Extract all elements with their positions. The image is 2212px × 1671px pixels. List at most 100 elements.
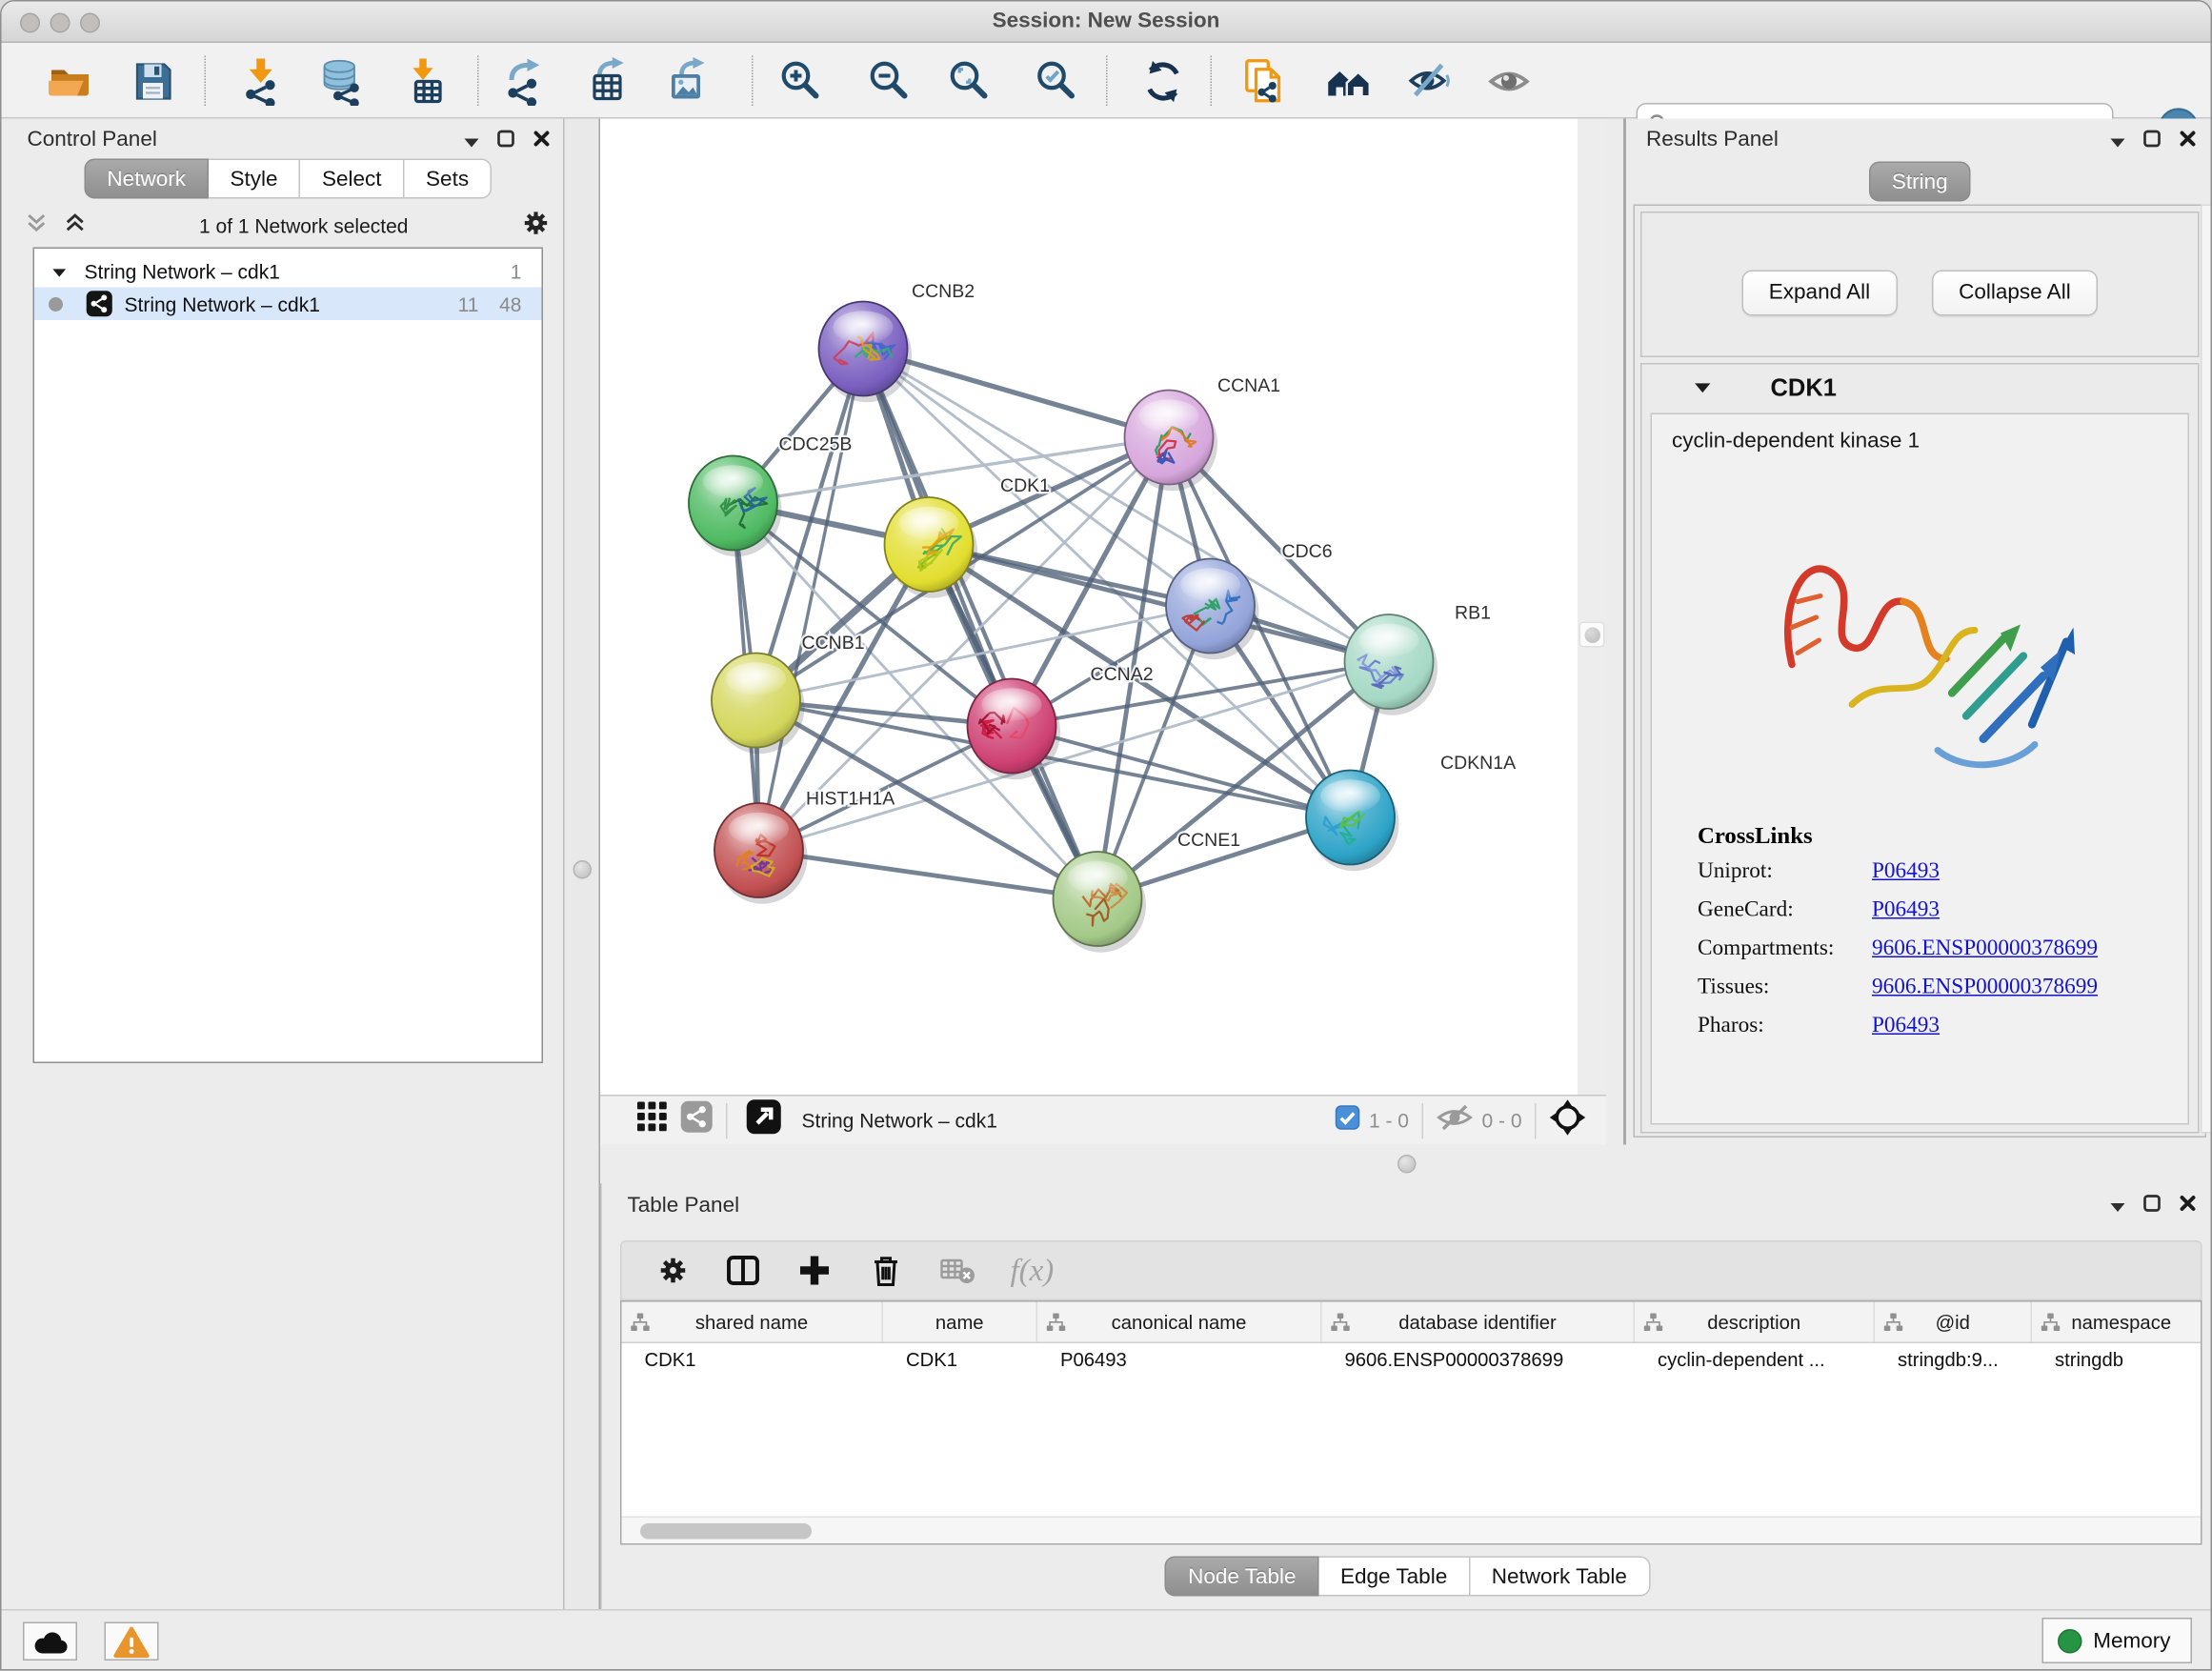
network-node-cdc6[interactable] [1166,559,1259,660]
tab-network[interactable]: Network [84,159,209,199]
crosslink-link[interactable]: 9606.ENSP00000378699 [1872,975,2098,1000]
table-row[interactable]: CDK1CDK1P064939606.ENSP00000378699cyclin… [622,1343,2202,1379]
table-cell[interactable]: CDK1 [622,1343,884,1379]
export-image-icon[interactable] [663,57,712,106]
scrollbar-thumb[interactable] [640,1523,812,1540]
split-columns-icon[interactable] [725,1252,762,1289]
tab-style[interactable]: Style [209,159,301,199]
zoom-in-icon[interactable] [777,57,826,106]
zoom-fit-icon[interactable] [946,57,995,106]
panel-float-icon[interactable] [496,129,516,156]
column-header-name[interactable]: name [883,1302,1037,1342]
splitter-handle[interactable] [1398,1155,1417,1174]
network-node-ccna1[interactable] [1125,391,1218,492]
open-in-window-icon[interactable] [746,1099,782,1142]
tab-sets[interactable]: Sets [405,159,493,199]
network-node-cdk1[interactable] [885,497,978,598]
column-header-shared-name[interactable]: shared name [622,1302,884,1342]
zoom-out-icon[interactable] [866,57,915,106]
section-expander-icon[interactable] [1694,376,1713,402]
column-header--id[interactable]: @id [1875,1302,2032,1342]
network-canvas[interactable]: CCNB2CCNA1CDC25BCDK1CDC6RB1CCNB1CCNA2CDK… [600,119,1578,1096]
table-gear-icon[interactable] [656,1254,691,1288]
table-cell[interactable]: P06493 [1037,1343,1322,1379]
network-node-cdkn1a[interactable] [1306,771,1399,872]
import-table-file-icon[interactable] [403,57,452,106]
cloud-button[interactable] [23,1622,77,1661]
hidden-eye-icon[interactable] [1436,1102,1473,1138]
network-edge[interactable] [863,349,1097,899]
string-home-icon[interactable] [1325,57,1374,106]
tab-edge-table[interactable]: Edge Table [1319,1557,1471,1597]
birdseye-view-icon[interactable] [637,1102,668,1139]
network-collection-row[interactable]: String Network – cdk1 1 [34,254,542,288]
scrollbar-thumb[interactable] [1579,622,1605,648]
column-header-canonical-name[interactable]: canonical name [1037,1302,1322,1342]
tab-node-table[interactable]: Node Table [1165,1557,1318,1597]
panel-close-icon[interactable] [532,129,552,156]
horizontal-splitter[interactable] [600,1145,2212,1184]
expand-all-button[interactable]: Expand All [1741,271,1897,316]
gear-icon[interactable] [520,207,552,246]
panel-minimize-icon[interactable] [463,130,480,155]
canvas-vertical-scrollbar[interactable] [1578,119,1606,1096]
splitter-handle[interactable] [573,860,593,879]
table-cell[interactable]: 9606.ENSP00000378699 [1322,1343,1636,1379]
column-header-database-identifier[interactable]: database identifier [1322,1302,1636,1342]
table-cell[interactable]: stringdb:9... [1875,1343,2032,1379]
column-header-namespace[interactable]: namespace [2032,1302,2202,1342]
panel-minimize-icon[interactable] [2109,130,2126,155]
reposition-icon[interactable] [1549,1098,1586,1143]
tab-string[interactable]: String [1869,162,1971,202]
panel-close-icon[interactable] [2178,1194,2198,1221]
network-edge[interactable] [759,851,1098,899]
collapse-all-icon[interactable] [25,211,50,242]
table-cell[interactable]: cyclin-dependent ... [1635,1343,1875,1379]
panel-float-icon[interactable] [2142,1194,2162,1221]
import-network-database-icon[interactable] [317,57,366,106]
selected-checkbox-icon[interactable] [1335,1104,1360,1137]
crosslink-link[interactable]: 9606.ENSP00000378699 [1872,936,2098,962]
refresh-icon[interactable] [1139,57,1188,106]
warning-button[interactable] [105,1622,159,1661]
memory-button[interactable]: Memory [2041,1618,2192,1663]
delete-table-icon[interactable] [939,1252,976,1289]
open-session-icon[interactable] [46,57,94,106]
panel-minimize-icon[interactable] [2109,1194,2126,1219]
vertical-splitter[interactable] [563,119,600,1610]
network-graph[interactable]: CCNB2CCNA1CDC25BCDK1CDC6RB1CCNB1CCNA2CDK… [600,119,1578,1096]
panel-close-icon[interactable] [2178,129,2198,156]
tab-select[interactable]: Select [300,159,404,199]
hide-glass-effect-icon[interactable] [1406,57,1455,106]
network-node-rb1[interactable] [1345,614,1438,715]
expand-all-icon[interactable] [63,211,88,242]
import-string-network-icon[interactable] [1240,57,1289,106]
collapse-all-button[interactable]: Collapse All [1932,271,2099,316]
function-builder-icon[interactable]: f(x) [1011,1252,1055,1289]
save-session-icon[interactable] [129,57,177,106]
network-row[interactable]: String Network – cdk1 11 48 [34,288,542,321]
tab-network-table[interactable]: Network Table [1470,1557,1650,1597]
panel-float-icon[interactable] [2142,129,2162,156]
crosslink-link[interactable]: P06493 [1872,1014,1940,1039]
table-cell[interactable]: CDK1 [883,1343,1037,1379]
results-scrollbar[interactable] [2201,205,2212,1134]
table-cell[interactable]: stringdb [2032,1343,2202,1379]
add-column-icon[interactable] [796,1252,834,1289]
delete-column-icon[interactable] [868,1252,905,1289]
zoom-selected-icon[interactable] [1034,57,1082,106]
network-node-ccne1[interactable] [1054,852,1147,953]
column-header-description[interactable]: description [1635,1302,1875,1342]
network-node-hist1h1a[interactable] [714,803,808,904]
table-horizontal-scrollbar[interactable] [622,1517,2202,1544]
crosslink-link[interactable]: P06493 [1872,859,1940,885]
network-badge-icon[interactable] [680,1100,714,1140]
crosslink-link[interactable]: P06493 [1872,897,1940,923]
network-node-cdc25b[interactable] [689,456,782,557]
export-table-icon[interactable] [585,57,633,106]
network-node-ccna2[interactable] [968,679,1061,780]
glass-ball-effect-icon[interactable] [1485,57,1534,106]
export-network-icon[interactable] [502,57,551,106]
network-edge[interactable] [759,349,864,851]
collection-expander-icon[interactable] [51,259,68,282]
